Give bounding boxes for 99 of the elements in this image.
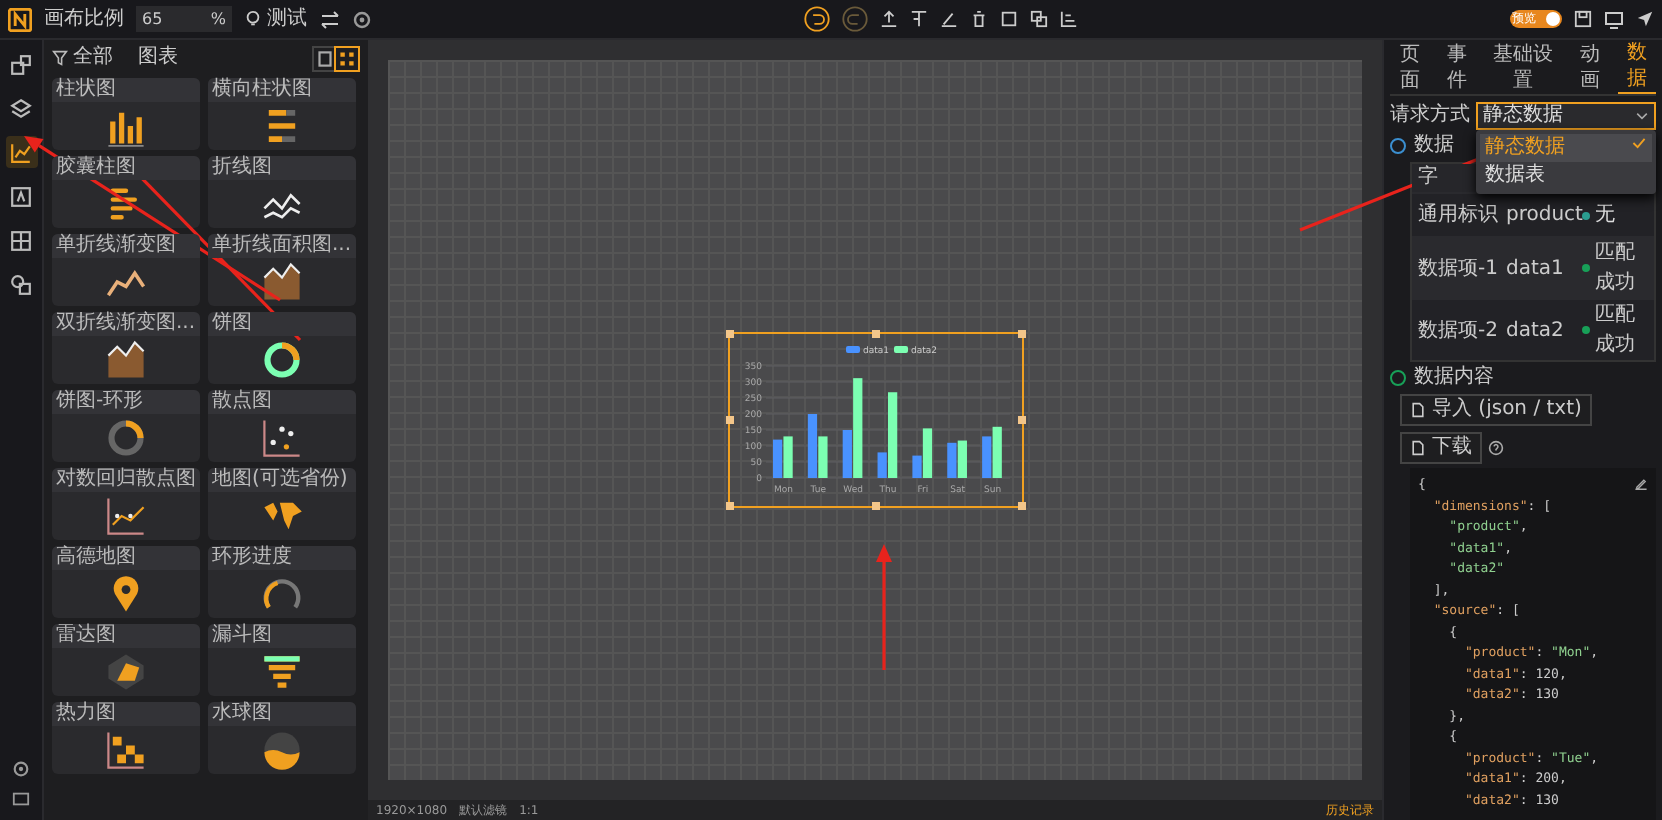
resize-handle[interactable] — [725, 416, 733, 424]
section-title: 数据内容 — [1414, 366, 1494, 390]
file-icon — [1410, 440, 1426, 456]
edit-icon[interactable] — [1634, 476, 1648, 490]
field-name: 数据项-2 — [1418, 317, 1500, 345]
donut-chart-icon — [260, 338, 304, 382]
field-key: data1 — [1506, 253, 1582, 283]
table-icon[interactable] — [10, 229, 32, 251]
field-name: 数据项-1 — [1418, 255, 1500, 283]
timeline-dot — [1390, 370, 1406, 386]
chart-card[interactable]: 地图(可选省份) — [208, 468, 356, 540]
frame-icon[interactable] — [999, 10, 1018, 28]
resize-handle[interactable] — [871, 330, 879, 338]
chart-card[interactable]: 双折线渐变图... — [52, 312, 200, 384]
chart-card[interactable]: 水球图 — [208, 702, 356, 774]
monitor-icon[interactable] — [1604, 9, 1624, 29]
field-key: data2 — [1506, 315, 1582, 345]
funnel-chart-icon — [260, 650, 304, 694]
help-icon[interactable] — [1487, 440, 1503, 456]
chart-card[interactable]: 高德地图 — [52, 546, 200, 618]
field-key: product — [1506, 200, 1582, 230]
save-icon[interactable] — [1574, 10, 1592, 28]
line-chart-icon[interactable] — [10, 141, 32, 163]
dropdown-option[interactable]: 数据表 — [1479, 161, 1652, 189]
water-ball-icon — [260, 728, 304, 772]
timeline-dot — [1390, 138, 1406, 154]
layers-icon[interactable] — [10, 97, 32, 119]
resize-handle[interactable] — [871, 502, 879, 510]
filter-icon[interactable] — [52, 50, 68, 66]
scatter-chart-icon — [260, 416, 304, 460]
grid-view-icon[interactable] — [336, 47, 358, 69]
check-icon — [1632, 135, 1646, 149]
chart-card[interactable]: 横向柱状图 — [208, 78, 356, 150]
test-button[interactable]: 测试 — [244, 4, 307, 34]
copy-icon[interactable] — [1029, 10, 1048, 28]
ring-chart-icon — [104, 416, 148, 460]
undo-icon[interactable] — [803, 6, 830, 32]
match-status: 无 — [1595, 202, 1615, 230]
resize-handle[interactable] — [725, 330, 733, 338]
chart-card[interactable]: 折线图 — [208, 156, 356, 228]
bulb-icon — [244, 10, 262, 28]
chart-card[interactable]: 胶囊柱图 — [52, 156, 200, 228]
settings-icon[interactable] — [351, 9, 371, 29]
resize-handle[interactable] — [1017, 330, 1025, 338]
match-status: 匹配成功 — [1595, 240, 1637, 298]
resize-handle[interactable] — [1017, 502, 1025, 510]
scatter-chart-icon — [104, 494, 148, 538]
panel-title: 图表 — [138, 44, 178, 72]
panel-tab[interactable]: 动画 — [1570, 40, 1609, 94]
panel-tab[interactable]: 数据 — [1617, 40, 1656, 94]
shapes-icon[interactable] — [10, 273, 32, 295]
text-icon[interactable] — [10, 185, 32, 207]
components-icon[interactable] — [10, 53, 32, 75]
legend-swatch — [893, 346, 907, 353]
chart-card[interactable]: 柱状图 — [52, 78, 200, 150]
collapse-icon[interactable] — [12, 790, 30, 808]
resize-handle[interactable] — [725, 502, 733, 510]
area-chart-icon — [104, 338, 148, 382]
chart-card[interactable]: 热力图 — [52, 702, 200, 774]
request-select[interactable]: 静态数据 — [1475, 101, 1656, 129]
text-format-icon[interactable] — [909, 10, 928, 28]
chart-card[interactable]: 散点图 — [208, 390, 356, 462]
download-button[interactable]: 下载 — [1400, 432, 1482, 464]
heatmap-icon — [104, 728, 148, 772]
annotation-arrow — [876, 544, 892, 670]
section-title: 数据 — [1414, 134, 1454, 158]
panel-tab[interactable]: 基础设置 — [1484, 40, 1562, 94]
file-icon — [1410, 402, 1426, 418]
upload-icon[interactable] — [879, 10, 898, 28]
filter-label[interactable]: 全部 — [73, 44, 113, 72]
scale-label: 画布比例 — [44, 5, 124, 34]
logo-icon — [8, 7, 32, 31]
chart-card[interactable]: 单折线渐变图 — [52, 234, 200, 306]
radar-chart-icon — [104, 650, 148, 694]
scale-field[interactable]: 65 % — [136, 6, 232, 32]
align-icon[interactable] — [1059, 10, 1078, 28]
chart-card[interactable]: 对数回归散点图 — [52, 468, 200, 540]
swap-icon[interactable] — [319, 9, 339, 29]
send-icon[interactable] — [1636, 10, 1654, 28]
chart-card[interactable]: 漏斗图 — [208, 624, 356, 696]
trash-icon[interactable] — [969, 10, 988, 28]
chart-card[interactable]: 单折线面积图... — [208, 234, 356, 306]
redo-icon[interactable] — [841, 6, 868, 32]
area-chart-icon — [260, 260, 304, 304]
panel-tab[interactable]: 页面 — [1390, 40, 1429, 94]
legend-swatch — [845, 346, 859, 353]
chart-card[interactable]: 饼图 — [208, 312, 356, 384]
match-status: 匹配成功 — [1595, 302, 1637, 360]
import-button[interactable]: 导入 (json / txt) — [1400, 394, 1592, 426]
chart-card[interactable]: 环形进度 — [208, 546, 356, 618]
panel-tab[interactable]: 事件 — [1437, 40, 1476, 94]
chart-card[interactable]: 饼图-环形 — [52, 390, 200, 462]
resize-handle[interactable] — [1017, 416, 1025, 424]
chart-card[interactable]: 雷达图 — [52, 624, 200, 696]
list-view-icon[interactable] — [314, 47, 336, 69]
settings-icon[interactable] — [12, 760, 30, 778]
chevron-icon — [1636, 109, 1648, 121]
field-name: 通用标识 — [1418, 201, 1500, 230]
dropdown-option[interactable]: 静态数据 — [1479, 133, 1652, 161]
